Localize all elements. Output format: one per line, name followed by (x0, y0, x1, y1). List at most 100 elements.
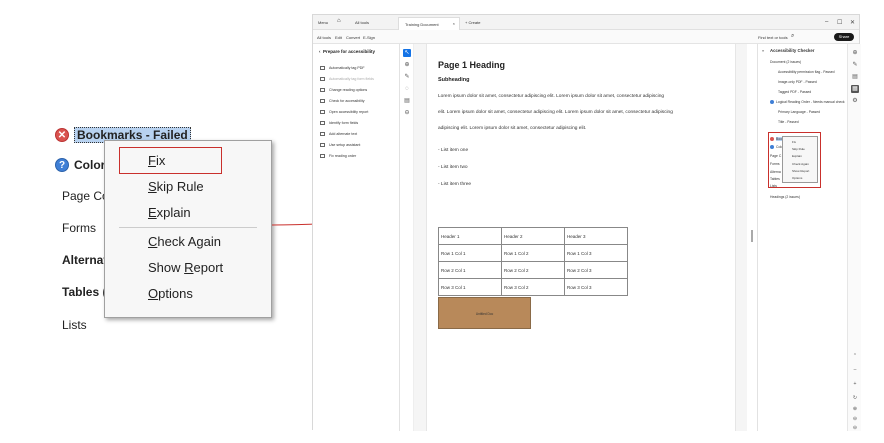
panel-item-identify-forms[interactable]: Identify form fields (320, 121, 358, 126)
zoom-out-tool-icon[interactable]: ⊖ (403, 109, 411, 117)
find-text-field[interactable]: Find text or tools (758, 35, 788, 40)
table-cell: Header 1 (438, 227, 502, 245)
table-cell: Row 3 Col 2 (501, 278, 565, 296)
menu-all-tools[interactable]: All tools (317, 35, 331, 40)
panel-item-reading-options[interactable]: Change reading options (320, 88, 367, 93)
checker-item[interactable]: Headings (2 issues) (770, 195, 800, 199)
menu-item-check-again[interactable]: Check Again (148, 234, 221, 249)
menu-item-fix[interactable]: Fix (148, 153, 165, 168)
table-cell: Row 2 Col 2 (501, 261, 565, 279)
color-row[interactable]: Color (74, 158, 105, 172)
prepare-accessibility-panel: ‹ Prepare for accessibility Automaticall… (313, 44, 400, 431)
panel-item-setup-assistant[interactable]: Use setup assistant (320, 143, 360, 148)
collapse-chevron-icon[interactable]: « (762, 48, 764, 53)
assistant-icon (320, 143, 325, 148)
paragraph-line: Lorem ipsum dolor sit amet, consectetur … (438, 94, 665, 99)
panel-item-reading-order[interactable]: Fix reading order (320, 154, 356, 159)
comment-tool-icon[interactable]: ✎ (403, 73, 411, 81)
minimize-icon[interactable]: – (825, 19, 828, 25)
right-icon-rail: ⊕ ✎ ▤ ▦ ⚙ ⌃ – + ↻ ⊕ ⊖ ⊖ (847, 44, 861, 431)
table-cell: Row 2 Col 3 (564, 261, 628, 279)
panel-item-open-report[interactable]: Open accessibility report (320, 110, 368, 115)
zoom-icon[interactable]: ⊕ (851, 49, 859, 57)
table-row: Row 3 Col 1 Row 3 Col 2 Row 3 Col 3 (438, 278, 628, 296)
page-content-row[interactable]: Page Co (62, 189, 109, 203)
checker-item[interactable]: Title - Passed (778, 120, 799, 124)
pages-icon[interactable]: ▤ (851, 73, 859, 81)
checker-item[interactable]: Image-only PDF - Passed (778, 80, 817, 84)
menu-edit[interactable]: Edit (335, 35, 342, 40)
embedded-image: Untitled Doc (438, 297, 531, 329)
plus-icon[interactable]: + (851, 380, 859, 388)
select-tool-icon[interactable]: ↖ (403, 49, 411, 57)
table-cell: Row 1 Col 1 (438, 244, 502, 262)
text-tool-icon[interactable]: ▤ (403, 97, 411, 105)
table-cell: Header 2 (501, 227, 565, 245)
menu-convert[interactable]: Convert (346, 35, 360, 40)
checker-item[interactable]: Accessibility permission flag - Passed (778, 70, 835, 74)
menu-button[interactable]: Menu (318, 20, 328, 25)
tag-icon (320, 66, 325, 71)
document-tab[interactable]: Training Document × (398, 17, 460, 30)
menu-separator (119, 227, 257, 228)
checker-title: Accessibility Checker (770, 48, 815, 53)
menu-item-skip-rule[interactable]: Skip Rule (148, 179, 204, 194)
checker-item[interactable]: Document (2 issues) (770, 60, 801, 64)
accessibility-icon[interactable]: ▦ (851, 85, 859, 93)
page-subheading: Subheading (438, 77, 470, 83)
zoom-in-tool-icon[interactable]: ⊕ (403, 61, 411, 69)
menu-highlight-box (768, 132, 821, 188)
checker-item[interactable]: Primary Language - Passed (778, 110, 820, 114)
forms-row[interactable]: Forms (62, 221, 96, 235)
all-tools-tab[interactable]: All tools (355, 20, 369, 25)
checker-item[interactable]: Logical Reading Order - Needs manual che… (770, 100, 845, 105)
quick-tools-strip: ↖ ⊕ ✎ ◌ ▤ ⊖ (400, 44, 414, 431)
panel-item-auto-tag-forms[interactable]: Automatically tag form fields (320, 77, 374, 82)
tab-close-icon[interactable]: × (453, 21, 455, 26)
lists-row[interactable]: Lists (62, 318, 87, 332)
report-icon (320, 110, 325, 115)
maximize-icon[interactable]: ☐ (837, 19, 842, 26)
checker-item[interactable]: Tagged PDF - Passed (778, 90, 811, 94)
minus-icon[interactable]: – (851, 366, 859, 374)
form-tag-icon (320, 77, 325, 82)
create-tab-button[interactable]: + Create (465, 20, 480, 25)
home-icon[interactable]: ⌂ (337, 18, 341, 24)
search-icon[interactable]: ⌕ (791, 33, 794, 40)
check-icon (320, 99, 325, 104)
alternate-text-row[interactable]: Alternat (62, 253, 107, 267)
share-button[interactable]: Share (834, 33, 854, 41)
zoom-in-icon[interactable]: ⊕ (851, 405, 859, 413)
table-row: Row 1 Col 1 Row 1 Col 2 Row 1 Col 3 (438, 244, 628, 262)
menu-item-show-report[interactable]: Show Report (148, 260, 223, 275)
document-tab-title: Training Document (405, 22, 439, 27)
table-cell: Header 3 (564, 227, 628, 245)
table-cell: Row 2 Col 1 (438, 261, 502, 279)
menu-item-options[interactable]: Options (148, 286, 193, 301)
zoom-out-icon[interactable]: ⊖ (851, 415, 859, 423)
panel-title: ‹ Prepare for accessibility (319, 49, 376, 54)
menu-esign[interactable]: E-Sign (363, 35, 375, 40)
data-table: Header 1 Header 2 Header 3 Row 1 Col 1 R… (438, 227, 628, 296)
edit-icon[interactable]: ✎ (851, 61, 859, 69)
panel-item-check-accessibility[interactable]: Check for accessibility (320, 99, 365, 104)
reading-options-icon (320, 88, 325, 93)
menu-item-explain[interactable]: Explain (148, 205, 191, 220)
form-field-icon (320, 121, 325, 126)
table-row: Header 1 Header 2 Header 3 (438, 227, 628, 245)
list-item: - List item three (438, 182, 472, 187)
settings-icon[interactable]: ⚙ (851, 97, 859, 105)
panel-item-auto-tag[interactable]: Automatically tag PDF (320, 66, 365, 71)
scroll-up-icon[interactable]: ⌃ (851, 352, 859, 360)
list-item: - List item two (438, 165, 468, 170)
document-scrollbar[interactable] (747, 44, 757, 431)
panel-item-alt-text[interactable]: Add alternate text (320, 132, 357, 137)
zoom-out-icon-secondary[interactable]: ⊖ (851, 424, 859, 432)
scrollbar-thumb[interactable] (751, 230, 753, 242)
zoomed-callout: ✕ Bookmarks - Failed ? Color Page Co For… (0, 0, 300, 443)
paragraph-line: adipiscing elit. Lorem ipsum dolor sit a… (438, 126, 587, 131)
close-window-icon[interactable]: ✕ (850, 19, 855, 26)
paragraph-line: elit. Lorem ipsum dolor sit amet, consec… (438, 110, 673, 115)
rotate-icon[interactable]: ↻ (851, 394, 859, 402)
draw-tool-icon[interactable]: ◌ (403, 85, 411, 93)
